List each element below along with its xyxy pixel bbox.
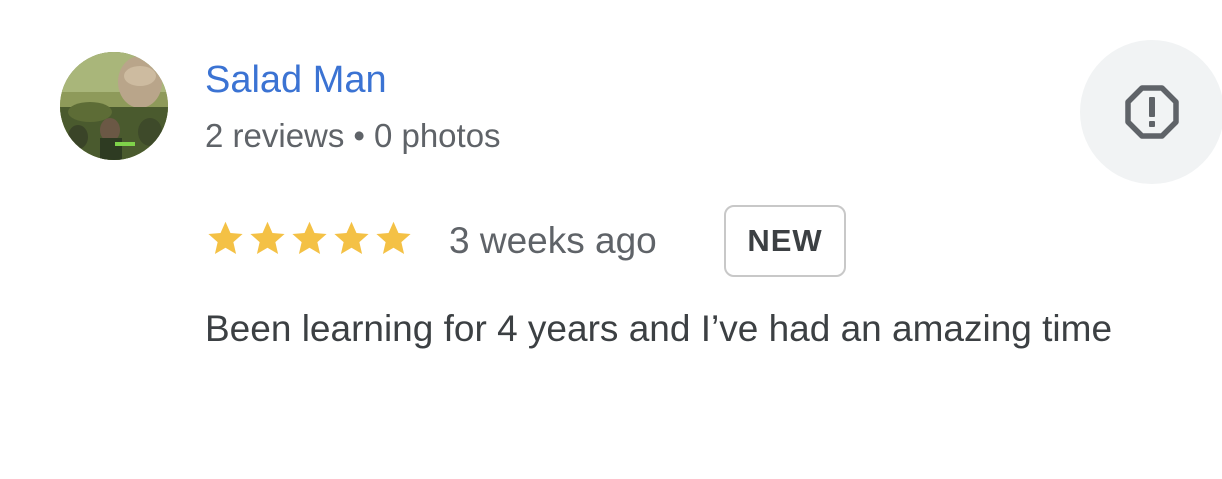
photos-count: 0 photos bbox=[373, 117, 501, 154]
review-text: Been learning for 4 years and I’ve had a… bbox=[205, 308, 1113, 349]
star-rating bbox=[205, 218, 414, 262]
reviews-count: 2 reviews bbox=[205, 117, 345, 154]
report-octagon-icon bbox=[1125, 85, 1179, 139]
avatar-image bbox=[60, 52, 168, 160]
author-name[interactable]: Salad Man bbox=[205, 56, 387, 104]
star-icon bbox=[292, 221, 327, 255]
star-icon bbox=[334, 221, 369, 255]
separator-dot: • bbox=[353, 117, 365, 154]
star-icon bbox=[376, 221, 411, 255]
review-card: Salad Man 2 reviews • 0 photos 3 weeks ago… bbox=[0, 0, 1222, 479]
new-badge: NEW bbox=[724, 205, 846, 277]
report-button[interactable] bbox=[1080, 40, 1222, 184]
star-icon bbox=[208, 221, 243, 255]
review-date: 3 weeks ago bbox=[449, 220, 657, 261]
avatar[interactable] bbox=[60, 52, 168, 160]
star-icon bbox=[250, 221, 285, 255]
author-stats: 2 reviews • 0 photos bbox=[205, 114, 501, 158]
